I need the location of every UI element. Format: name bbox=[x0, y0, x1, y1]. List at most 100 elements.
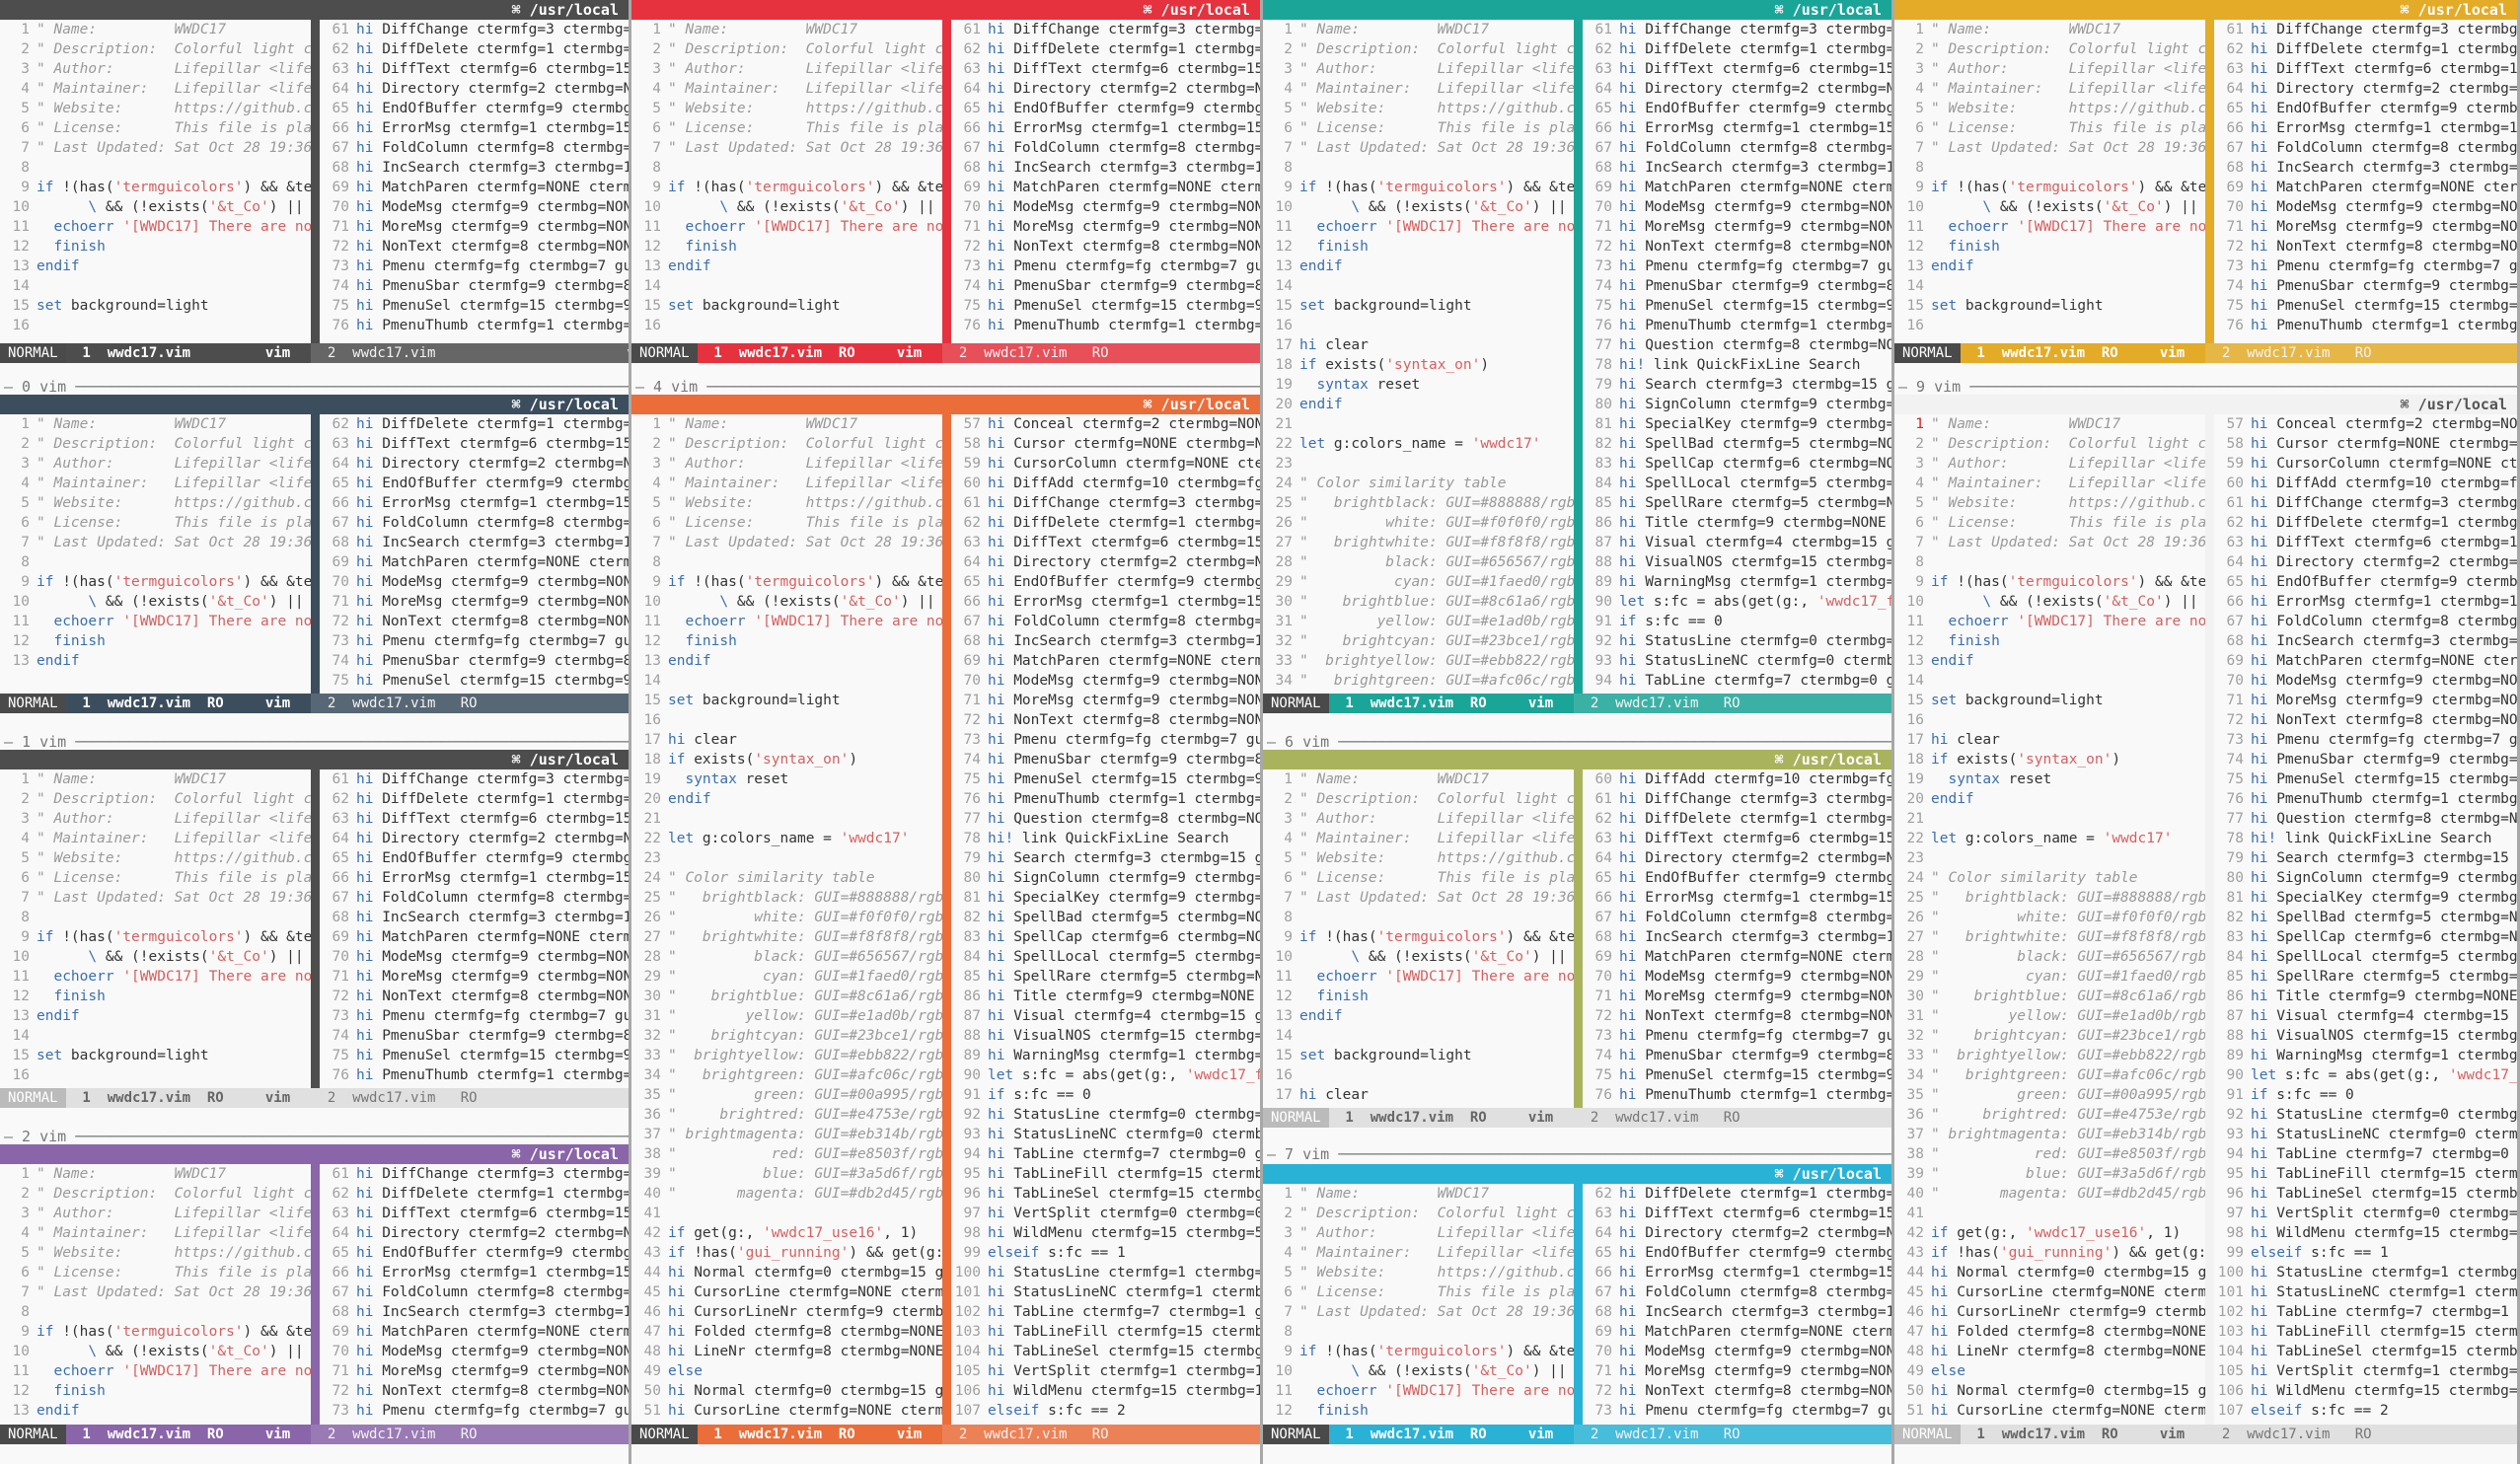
code-line: 5" Website: https://github.com/lifepilla… bbox=[1263, 99, 1574, 118]
tmux-window[interactable]: ⌘ /usr/local 1 " Name: WWDC17 2 " Descriptio… bbox=[1263, 750, 1891, 1128]
code-line: 57hi Conceal ctermfg=2 ctermbg=NONE guif… bbox=[2214, 414, 2517, 434]
line-number: 19 bbox=[643, 771, 661, 787]
line-number: 78 bbox=[963, 831, 981, 846]
line-number: 103 bbox=[2217, 1324, 2244, 1340]
keyword: hi bbox=[356, 436, 374, 452]
left-pane[interactable]: 1 " Name: WWDC17 2 " Description: Colorful … bbox=[0, 1164, 311, 1425]
right-pane[interactable]: 60hi DiffAdd ctermfg=10 ctermbg=fg gui=r… bbox=[1583, 769, 1891, 1108]
line-number: 2 bbox=[1915, 436, 1924, 452]
tmux-window[interactable]: ⌘ /usr/local 1 " Name: WWDC17 2 " Descriptio… bbox=[631, 0, 1260, 363]
right-pane[interactable]: 61hi DiffChange ctermfg=3 ctermbg=15 gui… bbox=[1583, 20, 1891, 694]
code-line: 9if !(has('termguicolors') && &termguico… bbox=[0, 927, 311, 947]
keyword: hi bbox=[356, 831, 374, 846]
left-pane[interactable]: 1 " Name: WWDC17 2 " Description: Colorful … bbox=[1263, 769, 1574, 1108]
vertical-split[interactable] bbox=[311, 769, 320, 1088]
line-number: 21 bbox=[1275, 416, 1293, 432]
line-number: 4 bbox=[1915, 476, 1924, 491]
left-pane[interactable]: 1 " Name: WWDC17 2 " Description: Colorful … bbox=[1263, 1184, 1574, 1425]
code-text: DiffChange ctermfg=3 ctermbg=15 gui=reve… bbox=[2276, 495, 2517, 511]
vertical-split[interactable] bbox=[311, 414, 320, 694]
vertical-split[interactable] bbox=[2205, 414, 2214, 1425]
code-text: MatchParen ctermfg=NONE ctermbg=NONE gui… bbox=[1645, 180, 1891, 195]
code-line: 73hi Pmenu ctermfg=fg ctermbg=7 guifg=#6… bbox=[2214, 256, 2517, 276]
keyword: hi bbox=[2251, 318, 2268, 333]
right-pane[interactable]: 57hi Conceal ctermfg=2 ctermbg=NONE guif… bbox=[2214, 414, 2517, 1425]
vertical-split[interactable] bbox=[1574, 769, 1583, 1108]
code-line: 63hi DiffText ctermfg=6 ctermbg=15 gui=b… bbox=[1583, 59, 1891, 79]
left-pane[interactable]: 1 " Name: WWDC17 2 " Description: Colorful … bbox=[0, 414, 311, 694]
comment-text: " Name: WWDC17 bbox=[1299, 1186, 1490, 1202]
tmux-window[interactable]: ⌘ /usr/local 1 " Name: WWDC17 2 " Descriptio… bbox=[1894, 395, 2517, 1444]
right-pane[interactable]: 61hi DiffChange ctermfg=3 ctermbg=15 gui… bbox=[320, 769, 629, 1088]
left-pane[interactable]: 1 " Name: WWDC17 2 " Description: Colorful … bbox=[0, 769, 311, 1088]
left-pane[interactable]: 1 " Name: WWDC17 2 " Description: Colorful … bbox=[631, 20, 942, 343]
line-number: 64 bbox=[2226, 81, 2244, 97]
line-number: 45 bbox=[643, 1284, 661, 1300]
code-line: 2" Description: Colorful light color sch… bbox=[631, 434, 942, 454]
tmux-window[interactable]: ⌘ /usr/local 1 " Name: WWDC17 2 " Descriptio… bbox=[1894, 0, 2517, 363]
line-number: 62 bbox=[1594, 1186, 1612, 1202]
line-number: 65 bbox=[332, 1245, 349, 1261]
line-number: 40 bbox=[643, 1186, 661, 1202]
right-pane[interactable]: 62hi DiffDelete ctermfg=1 ctermbg=15 gui… bbox=[320, 414, 629, 694]
left-pane[interactable]: 1 " Name: WWDC17 2 " Description: Colorful … bbox=[1894, 414, 2205, 1425]
left-pane[interactable]: 1 " Name: WWDC17 2 " Description: Colorful … bbox=[0, 20, 311, 343]
code-line: 93hi StatusLineNC ctermfg=0 ctermbg=7 gu… bbox=[2214, 1125, 2517, 1144]
line-number: 75 bbox=[1594, 1067, 1612, 1083]
tmux-window[interactable]: ⌘ /usr/local 1 " Name: WWDC17 2 " Descriptio… bbox=[631, 395, 1260, 1444]
line-number: 69 bbox=[1594, 180, 1612, 195]
line-number: 9 bbox=[21, 929, 30, 945]
code-line: 2" Description: Colorful light color sch… bbox=[1263, 39, 1574, 59]
right-pane[interactable]: 61hi DiffChange ctermfg=3 ctermbg=15 gui… bbox=[320, 1164, 629, 1425]
keyword: \ bbox=[37, 199, 98, 215]
tmux-window[interactable]: ⌘ /usr/local 1 " Name: WWDC17 2 " Descriptio… bbox=[0, 0, 629, 363]
vertical-split[interactable] bbox=[1574, 20, 1583, 694]
tmux-window[interactable]: ⌘ /usr/local 1 " Name: WWDC17 2 " Descriptio… bbox=[1263, 0, 1891, 713]
right-pane[interactable]: 62hi DiffDelete ctermfg=1 ctermbg=15 gui… bbox=[1583, 1184, 1891, 1425]
line-number: 17 bbox=[1275, 1087, 1293, 1103]
line-number: 93 bbox=[2226, 1127, 2244, 1142]
keyword: hi bbox=[988, 298, 1005, 314]
vertical-split[interactable] bbox=[311, 20, 320, 343]
code-text: DiffText ctermfg=6 ctermbg=15 gui=bold,r… bbox=[1013, 61, 1260, 77]
comment-text: " Color similarity table bbox=[668, 870, 875, 886]
left-pane[interactable]: 1 " Name: WWDC17 2 " Description: Colorful … bbox=[1894, 20, 2205, 343]
vertical-split[interactable] bbox=[311, 1164, 320, 1425]
code-text: NonText ctermfg=8 ctermbg=NONE guifg=#88… bbox=[1645, 1008, 1891, 1024]
right-pane[interactable]: 61hi DiffChange ctermfg=3 ctermbg=15 gui… bbox=[320, 20, 629, 343]
line-number: 72 bbox=[963, 239, 981, 255]
code-line: 79hi Search ctermfg=3 ctermbg=15 gui=rev… bbox=[1583, 375, 1891, 395]
right-pane[interactable]: 61hi DiffChange ctermfg=3 ctermbg=15 gui… bbox=[2214, 20, 2517, 343]
vertical-split[interactable] bbox=[2205, 20, 2214, 343]
tmux-window[interactable]: ⌘ /usr/local 1 " Name: WWDC17 2 " Descriptio… bbox=[1263, 1164, 1891, 1444]
keyword: else bbox=[1931, 1363, 1965, 1379]
right-pane[interactable]: 57hi Conceal ctermfg=2 ctermbg=NONE guif… bbox=[951, 414, 1260, 1425]
code-line: 22 let g:colors_name = 'wwdc17' bbox=[631, 829, 942, 848]
tmux-window[interactable]: ⌘ /usr/local 1 " Name: WWDC17 2 " Descriptio… bbox=[0, 1144, 629, 1444]
left-pane[interactable]: 1 " Name: WWDC17 2 " Description: Colorful … bbox=[1263, 20, 1574, 694]
code-line: 86hi Title ctermfg=9 ctermbg=NONE guifg=… bbox=[951, 987, 1260, 1006]
tmux-window[interactable]: ⌘ /usr/local 1 " Name: WWDC17 2 " Descriptio… bbox=[0, 395, 629, 713]
code-text: DiffDelete ctermfg=1 ctermbg=15 gui=reve… bbox=[2276, 515, 2517, 531]
vertical-split[interactable] bbox=[942, 20, 951, 343]
code-line: 78 hi! link QuickFixLine Search bbox=[2214, 829, 2517, 848]
line-number: 13 bbox=[1275, 1008, 1293, 1024]
tmux-window[interactable]: ⌘ /usr/local 1 " Name: WWDC17 2 " Descriptio… bbox=[0, 750, 629, 1108]
right-pane[interactable]: 61hi DiffChange ctermfg=3 ctermbg=15 gui… bbox=[951, 20, 1260, 343]
keyword: if bbox=[37, 929, 54, 945]
code-line: 72hi NonText ctermfg=8 ctermbg=NONE guif… bbox=[951, 710, 1260, 730]
code-line: 5" Website: https://github.com/lifepilla… bbox=[0, 1243, 311, 1263]
line-number: 85 bbox=[2226, 969, 2244, 985]
line-number: 2 bbox=[21, 41, 30, 57]
line-number: 6 bbox=[1284, 1284, 1293, 1300]
code-text: MatchParen ctermfg=NONE ctermbg=NONE gui… bbox=[2276, 180, 2517, 195]
keyword: finish bbox=[1931, 633, 2000, 649]
left-pane[interactable]: 1 " Name: WWDC17 2 " Description: Colorful … bbox=[631, 414, 942, 1425]
comment-text: " Maintainer: Lifepillar <lifepillar@lif… bbox=[1299, 831, 1574, 846]
vertical-split[interactable] bbox=[942, 414, 951, 1425]
keyword: hi bbox=[2251, 120, 2268, 136]
line-number: 3 bbox=[1284, 61, 1293, 77]
vertical-split[interactable] bbox=[1574, 1184, 1583, 1425]
code-text: background=light bbox=[1325, 298, 1472, 314]
code-text: Pmenu ctermfg=fg ctermbg=7 guifg=#656567 bbox=[1013, 732, 1260, 748]
